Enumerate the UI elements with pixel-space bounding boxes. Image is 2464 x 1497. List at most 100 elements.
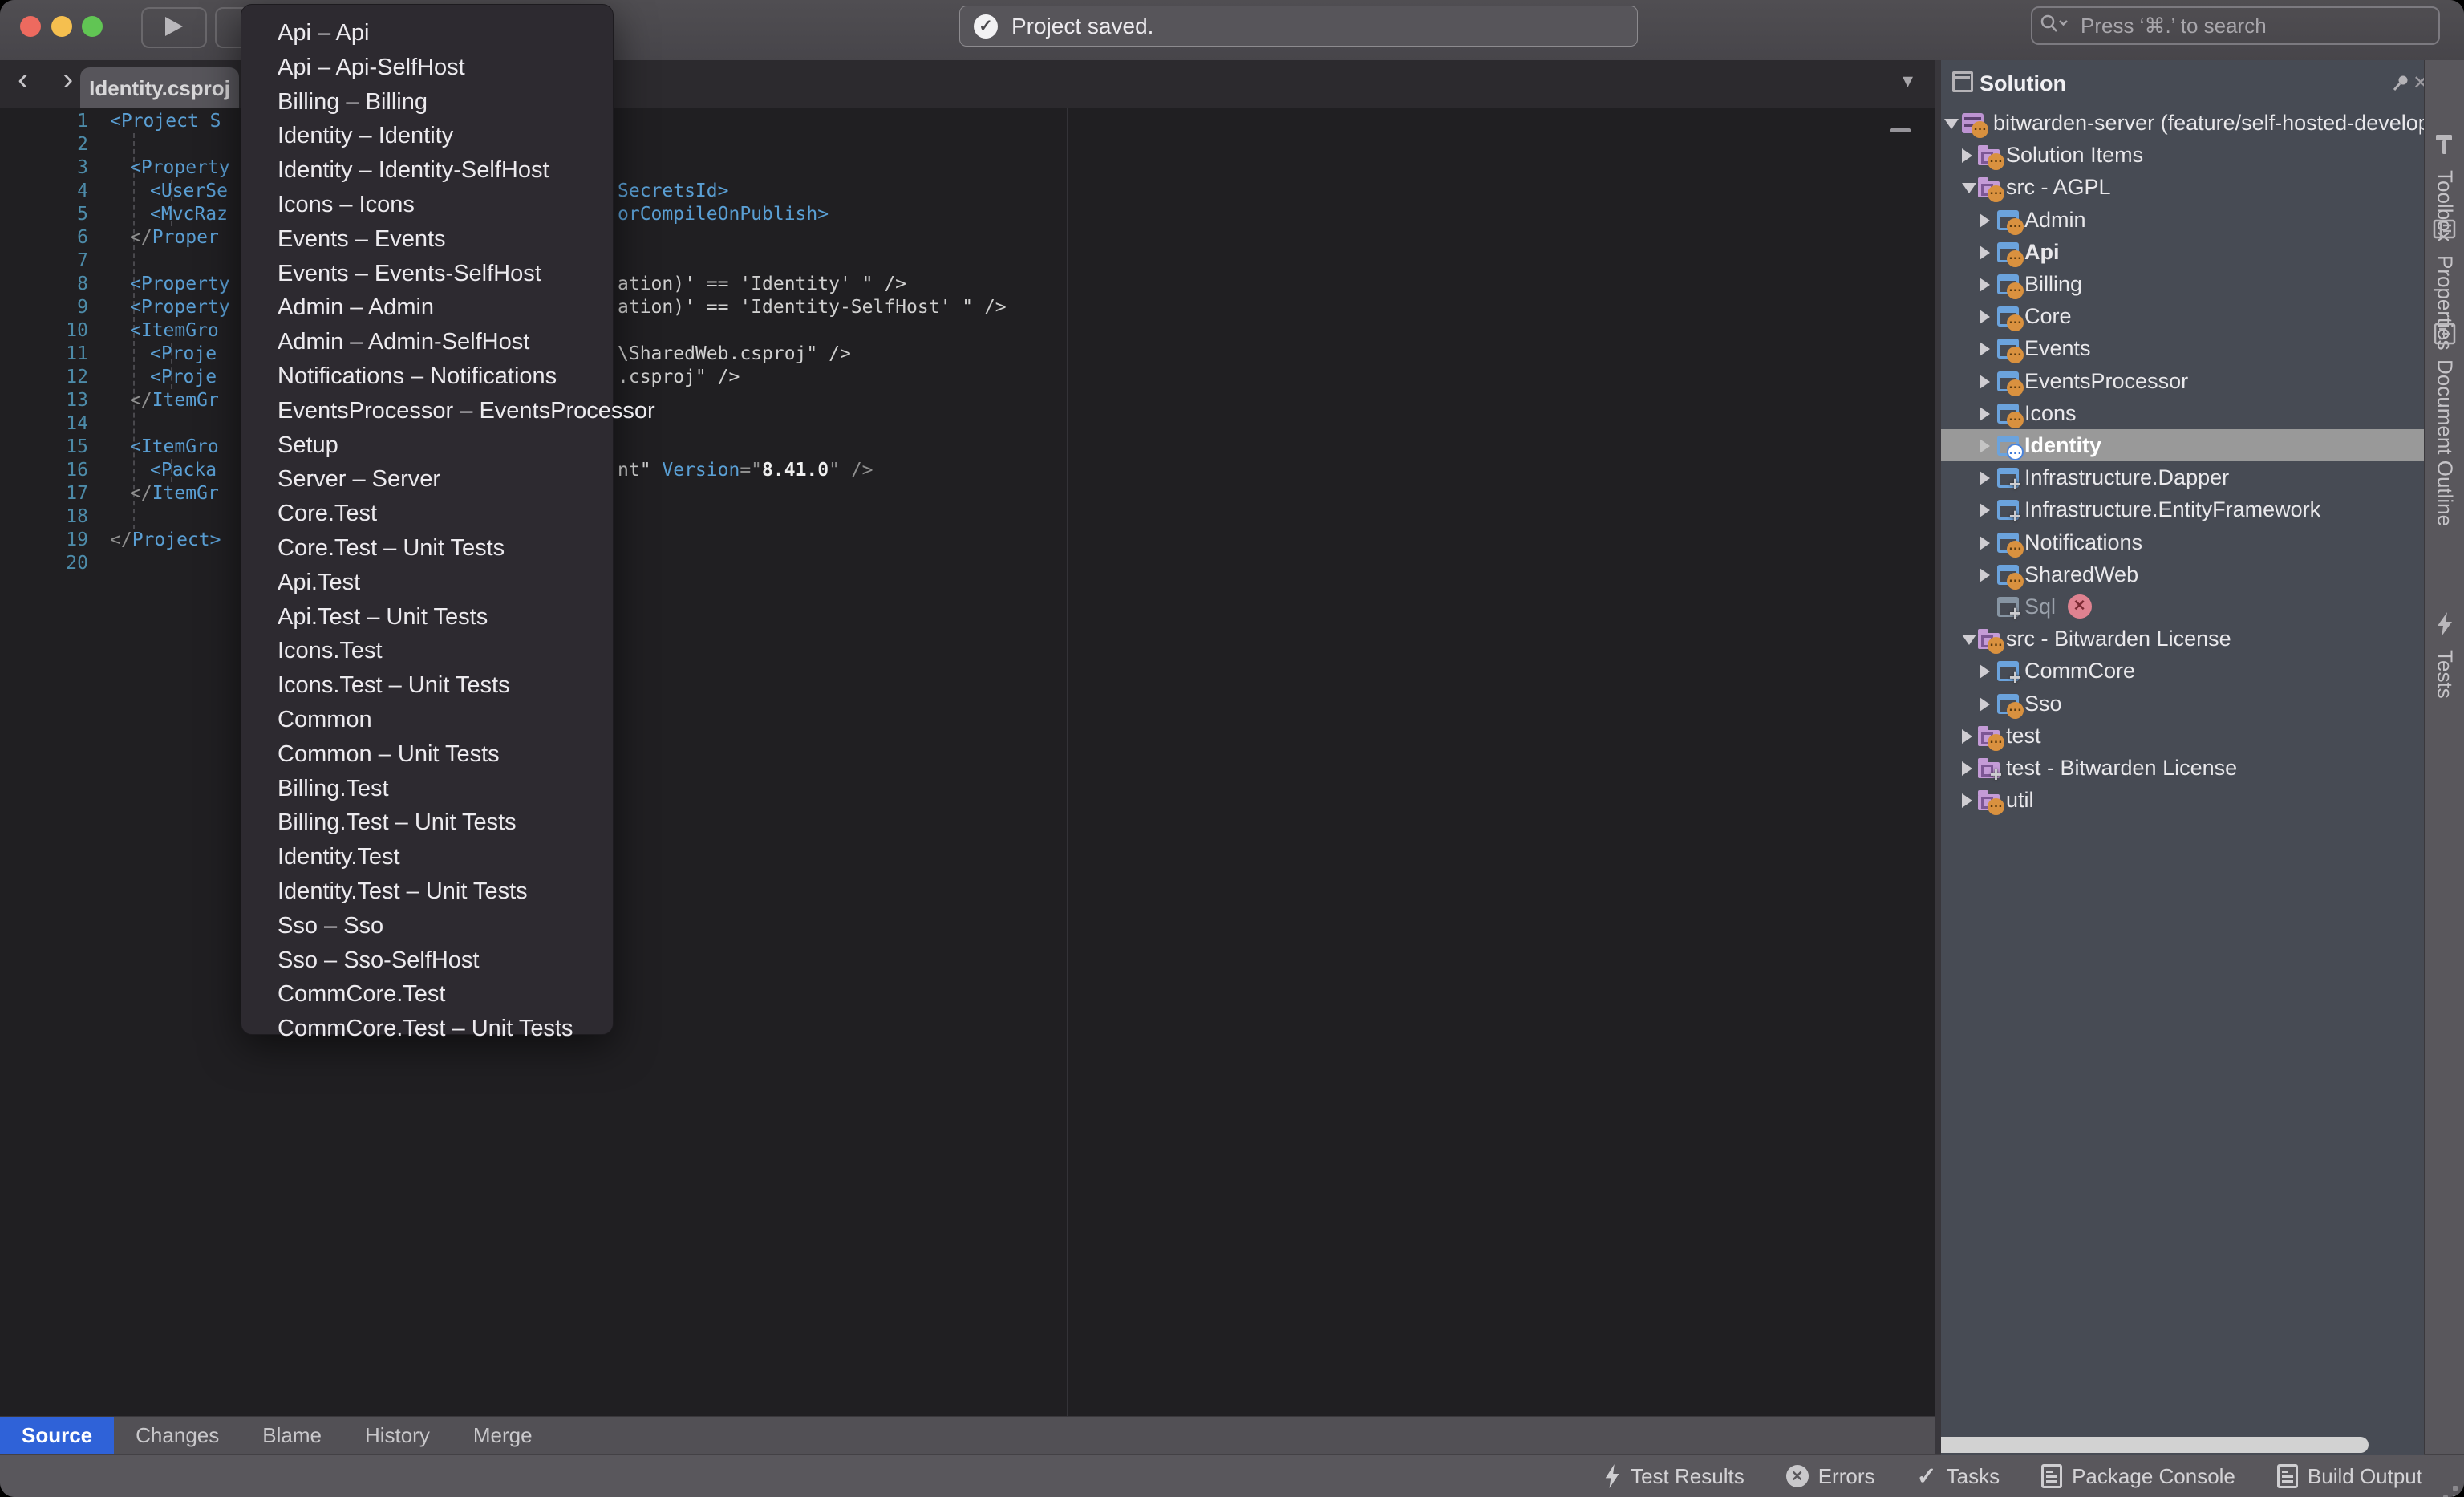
tree-row-notifications[interactable]: …Notifications — [1941, 526, 2424, 558]
menu-item[interactable]: Billing – Billing — [241, 85, 613, 120]
tree-row-admin[interactable]: …Admin — [1941, 204, 2424, 236]
chevron-right-icon[interactable] — [1980, 342, 1990, 356]
tree-row-events[interactable]: …Events — [1941, 332, 2424, 364]
git-tab-merge[interactable]: Merge — [452, 1417, 554, 1454]
menu-item[interactable]: Admin – Admin-SelfHost — [241, 325, 613, 359]
dock-tab-tests[interactable]: Tests — [2426, 612, 2464, 699]
status-item-test-results[interactable]: Test Results — [1603, 1464, 1745, 1489]
tree-row-sharedweb[interactable]: …SharedWeb — [1941, 558, 2424, 590]
chevron-right-icon[interactable] — [1980, 213, 1990, 228]
status-item-build-output[interactable]: Build Output — [2277, 1464, 2422, 1489]
chevron-right-icon[interactable] — [1980, 375, 1990, 389]
status-item-tasks[interactable]: ✓Tasks — [1916, 1463, 2000, 1491]
menu-item[interactable]: Identity.Test – Unit Tests — [241, 874, 613, 909]
tree-row-icons[interactable]: …Icons — [1941, 397, 2424, 429]
pin-icon[interactable] — [2390, 73, 2411, 98]
chevron-right-icon[interactable] — [1962, 729, 1972, 744]
tree-row-bitwarden-server-feature-self-hosted-development[interactable]: …bitwarden-server (feature/self-hosted-d… — [1941, 107, 2424, 139]
chevron-right-icon[interactable] — [1962, 148, 1972, 163]
menu-item[interactable]: Api.Test – Unit Tests — [241, 600, 613, 635]
git-tab-history[interactable]: History — [343, 1417, 452, 1454]
tree-row-api[interactable]: …Api — [1941, 236, 2424, 268]
menu-item[interactable]: Core.Test – Unit Tests — [241, 531, 613, 566]
tree-row-test[interactable]: …test — [1941, 720, 2424, 752]
run-button[interactable] — [141, 7, 207, 48]
chevron-right-icon[interactable] — [1980, 664, 1990, 679]
menu-item[interactable]: Api – Api-SelfHost — [241, 51, 613, 85]
chevron-down-icon[interactable] — [1962, 635, 1976, 645]
menu-item[interactable]: CommCore.Test – Unit Tests — [241, 1012, 613, 1046]
tree-row-core[interactable]: …Core — [1941, 300, 2424, 332]
menu-item[interactable]: Api.Test — [241, 566, 613, 600]
menu-item[interactable]: Sso – Sso-SelfHost — [241, 943, 613, 978]
menu-item[interactable]: Common — [241, 703, 613, 737]
tab-overflow-chevron[interactable]: ▾ — [1903, 68, 1913, 93]
menu-item[interactable]: Common – Unit Tests — [241, 737, 613, 772]
chevron-right-icon[interactable] — [1980, 245, 1990, 260]
git-tab-changes[interactable]: Changes — [114, 1417, 241, 1454]
git-tab-source[interactable]: Source — [0, 1417, 114, 1454]
tree-row-identity[interactable]: …Identity — [1941, 429, 2424, 461]
menu-item[interactable]: Identity – Identity-SelfHost — [241, 153, 613, 188]
menu-item[interactable]: CommCore.Test — [241, 977, 613, 1012]
menu-item[interactable]: Icons.Test — [241, 634, 613, 668]
menu-item[interactable]: Sso – Sso — [241, 909, 613, 943]
menu-item[interactable]: Icons.Test – Unit Tests — [241, 668, 613, 703]
tree-row-src-bitwarden-license[interactable]: …src - Bitwarden License — [1941, 623, 2424, 655]
close-icon[interactable]: ✕ — [2413, 71, 2424, 95]
tree-row-src-agpl[interactable]: …src - AGPL — [1941, 171, 2424, 203]
menu-item[interactable]: Billing.Test – Unit Tests — [241, 805, 613, 840]
chevron-down-icon[interactable] — [1962, 183, 1976, 193]
menu-item[interactable]: Icons – Icons — [241, 188, 613, 222]
search-input[interactable] — [2079, 13, 2387, 39]
chevron-right-icon[interactable] — [1980, 471, 1990, 485]
menu-item[interactable]: EventsProcessor – EventsProcessor — [241, 394, 613, 428]
traffic-light-zoom[interactable] — [82, 16, 103, 37]
menu-item[interactable]: Billing.Test — [241, 772, 613, 806]
navigate-forward-button[interactable]: › — [63, 62, 73, 98]
chevron-right-icon[interactable] — [1980, 310, 1990, 324]
dock-tab-document-outline[interactable]: Document Outline — [2426, 322, 2464, 526]
menu-item[interactable]: Events – Events — [241, 222, 613, 257]
chevron-right-icon[interactable] — [1980, 278, 1990, 292]
chevron-right-icon[interactable] — [1980, 407, 1990, 421]
chevron-right-icon[interactable] — [1980, 536, 1990, 550]
menu-item[interactable]: Admin – Admin — [241, 290, 613, 325]
git-tab-blame[interactable]: Blame — [241, 1417, 343, 1454]
navigate-back-button[interactable]: ‹ — [18, 62, 28, 98]
traffic-light-minimize[interactable] — [51, 16, 72, 37]
chevron-down-icon[interactable] — [1944, 119, 1959, 129]
tree-row-commcore[interactable]: +CommCore — [1941, 655, 2424, 687]
pane-splitter[interactable] — [1935, 60, 1941, 1454]
tree-row-billing[interactable]: …Billing — [1941, 268, 2424, 300]
menu-item[interactable]: Events – Events-SelfHost — [241, 257, 613, 291]
global-search[interactable] — [2031, 6, 2440, 45]
tree-row-eventsprocessor[interactable]: …EventsProcessor — [1941, 365, 2424, 397]
traffic-light-close[interactable] — [20, 16, 41, 37]
horizontal-scrollbar[interactable] — [1941, 1437, 2369, 1453]
resize-grip-icon[interactable] — [2453, 1486, 2458, 1491]
menu-item[interactable]: Setup — [241, 428, 613, 463]
chevron-right-icon[interactable] — [1980, 439, 1990, 453]
tree-row-infrastructure-entityframework[interactable]: +Infrastructure.EntityFramework — [1941, 493, 2424, 525]
status-item-package-console[interactable]: Package Console — [2041, 1464, 2235, 1489]
chevron-right-icon[interactable] — [1980, 568, 1990, 582]
chevron-right-icon[interactable] — [1962, 793, 1972, 808]
tree-row-util[interactable]: …util — [1941, 784, 2424, 816]
menu-item[interactable]: Notifications – Notifications — [241, 359, 613, 394]
menu-item[interactable]: Identity – Identity — [241, 119, 613, 153]
status-item-errors[interactable]: ✕Errors — [1786, 1464, 1875, 1489]
menu-item[interactable]: Identity.Test — [241, 840, 613, 874]
menu-item[interactable]: Api – Api — [241, 16, 613, 51]
chevron-right-icon[interactable] — [1980, 503, 1990, 517]
tree-row-sso[interactable]: …Sso — [1941, 688, 2424, 720]
tree-row-infrastructure-dapper[interactable]: +Infrastructure.Dapper — [1941, 461, 2424, 493]
chevron-right-icon[interactable] — [1980, 697, 1990, 712]
menu-item[interactable]: Server – Server — [241, 462, 613, 497]
tree-row-solution-items[interactable]: …Solution Items — [1941, 139, 2424, 171]
tab-identity-csproj[interactable]: Identity.csproj — [80, 67, 239, 108]
tree-row-sql[interactable]: +Sql✕ — [1941, 590, 2424, 623]
chevron-right-icon[interactable] — [1962, 761, 1972, 776]
menu-item[interactable]: Core.Test — [241, 497, 613, 531]
tree-row-test-bitwarden-license[interactable]: +test - Bitwarden License — [1941, 752, 2424, 784]
